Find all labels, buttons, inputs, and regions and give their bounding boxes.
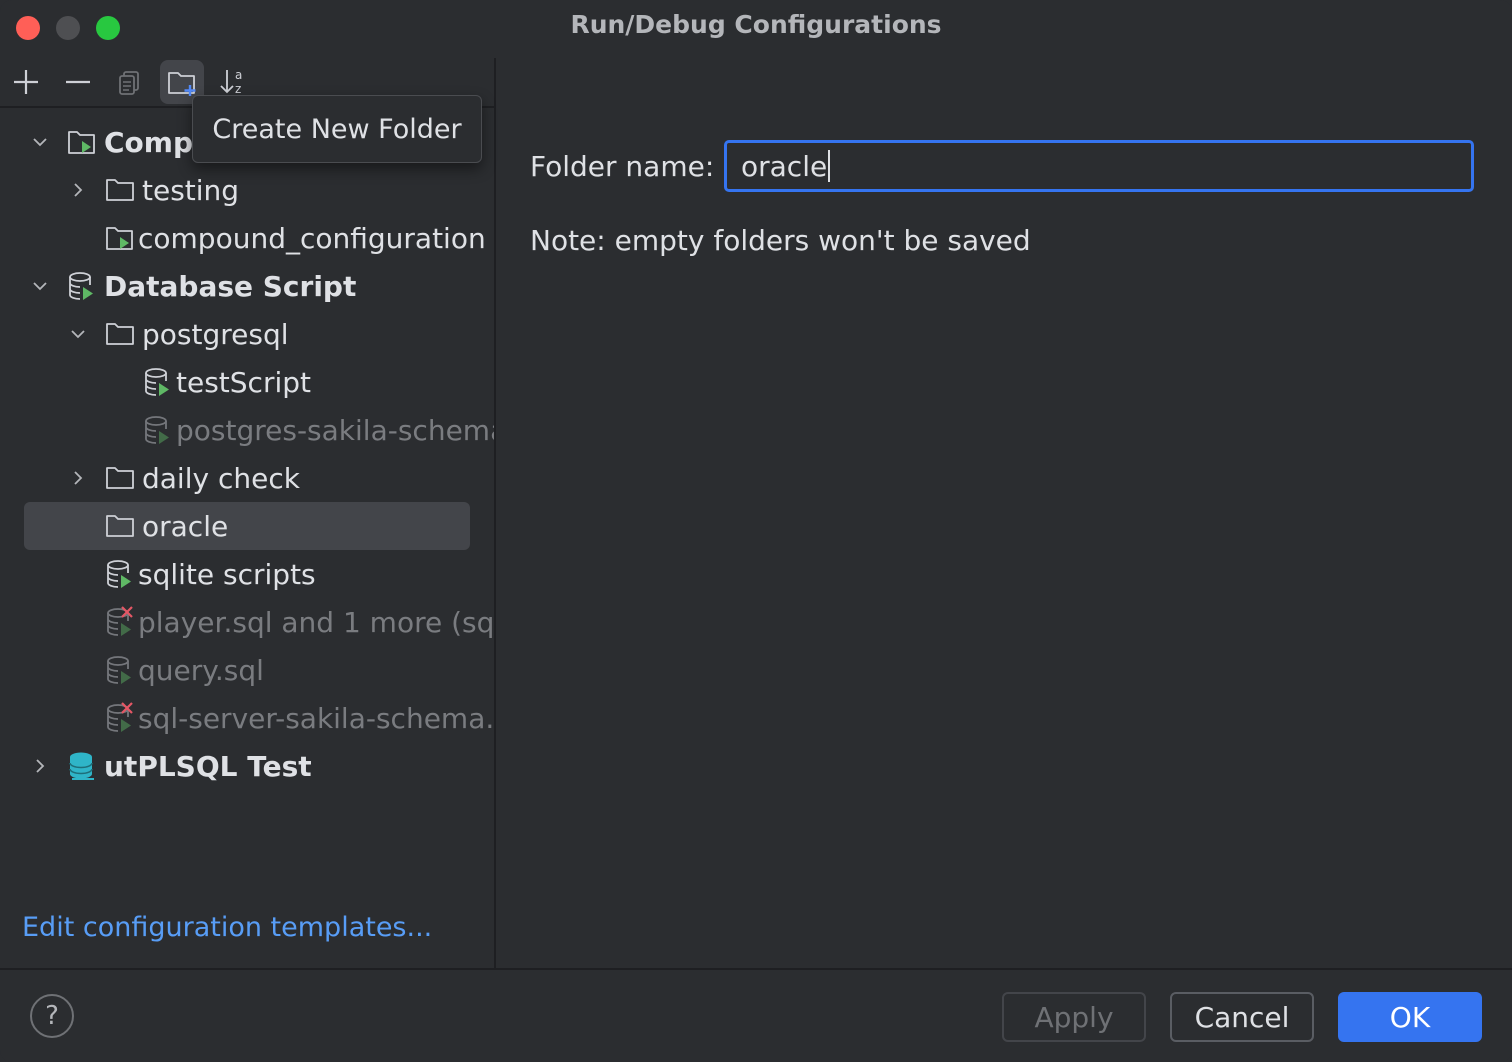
folder-icon — [104, 318, 136, 350]
configurations-panel: az Compo testing compound_configuration — [0, 56, 494, 968]
folder-settings-panel: Folder name: oracle Note: empty folders … — [496, 58, 1512, 968]
tree-node-label: player.sql and 1 more (sql.ru — [138, 606, 494, 639]
compound-config-icon — [66, 126, 98, 158]
folder-icon — [104, 510, 136, 542]
chevron-down-icon[interactable] — [69, 325, 87, 343]
database-script-temporary-icon — [104, 654, 136, 686]
empty-folder-note: Note: empty folders won't be saved — [530, 224, 1031, 257]
copy-configuration-button[interactable] — [108, 60, 152, 104]
apply-button[interactable]: Apply — [1002, 992, 1146, 1042]
run-debug-configurations-dialog: Run/Debug Configurations az — [0, 0, 1512, 1062]
edit-configuration-templates-link[interactable]: Edit configuration templates... — [22, 912, 432, 943]
sort-alpha-icon: az — [217, 65, 251, 99]
tree-node-testscript[interactable]: testScript — [0, 358, 494, 406]
database-script-temporary-icon — [142, 414, 174, 446]
database-script-icon — [142, 366, 174, 398]
tree-node-database-script[interactable]: Database Script — [0, 262, 494, 310]
tree-node-testing[interactable]: testing — [0, 166, 494, 214]
tree-node-label: query.sql — [138, 654, 264, 687]
chevron-right-icon[interactable] — [31, 757, 49, 775]
create-new-folder-tooltip: Create New Folder — [192, 95, 482, 163]
cancel-button[interactable]: Cancel — [1170, 992, 1314, 1042]
utplsql-icon — [66, 750, 98, 782]
tree-node-utplsql-test[interactable]: utPLSQL Test — [0, 742, 494, 790]
footer-divider — [0, 968, 1512, 970]
tree-node-postgresql[interactable]: postgresql — [0, 310, 494, 358]
selection-highlight — [24, 502, 470, 550]
minus-icon — [63, 67, 93, 97]
database-script-error-icon — [104, 702, 136, 734]
tree-node-label: compound_configuration — [138, 222, 486, 255]
database-script-icon — [104, 558, 136, 590]
tree-node-postgres-sakila-schema[interactable]: postgres-sakila-schema. — [0, 406, 494, 454]
folder-name-label: Folder name: — [530, 150, 714, 183]
title-bar: Run/Debug Configurations — [0, 0, 1512, 56]
chevron-right-icon[interactable] — [69, 469, 87, 487]
tree-node-compound-configuration[interactable]: compound_configuration — [0, 214, 494, 262]
tree-node-oracle[interactable]: oracle — [0, 502, 494, 550]
database-script-error-icon — [104, 606, 136, 638]
tree-node-label: testing — [142, 174, 239, 207]
tree-node-label: postgresql — [142, 318, 289, 351]
tree-node-label: oracle — [142, 510, 228, 543]
tree-node-daily-check[interactable]: daily check — [0, 454, 494, 502]
chevron-down-icon[interactable] — [31, 133, 49, 151]
compound-config-icon — [104, 222, 136, 254]
new-folder-icon — [165, 65, 199, 99]
text-caret — [828, 150, 830, 182]
plus-icon — [11, 67, 41, 97]
tree-node-label: testScript — [176, 366, 311, 399]
help-button[interactable]: ? — [30, 994, 74, 1038]
tree-node-sql-server-sakila-schema[interactable]: sql-server-sakila-schema.s — [0, 694, 494, 742]
chevron-right-icon[interactable] — [69, 181, 87, 199]
window-title: Run/Debug Configurations — [0, 10, 1512, 39]
folder-name-value: oracle — [741, 150, 827, 183]
configurations-tree: Compo testing compound_configuration Dat… — [0, 108, 494, 868]
svg-text:z: z — [235, 82, 241, 96]
folder-icon — [104, 462, 136, 494]
ok-button[interactable]: OK — [1338, 992, 1482, 1042]
tree-node-label: Database Script — [104, 270, 356, 303]
database-script-icon — [66, 270, 98, 302]
tree-node-label: sql-server-sakila-schema.s — [138, 702, 494, 735]
svg-text:a: a — [235, 68, 242, 82]
add-configuration-button[interactable] — [4, 60, 48, 104]
tree-node-label: postgres-sakila-schema. — [176, 414, 494, 447]
tree-node-label: sqlite scripts — [138, 558, 316, 591]
tree-node-label: daily check — [142, 462, 300, 495]
copy-icon — [115, 67, 145, 97]
remove-configuration-button[interactable] — [56, 60, 100, 104]
folder-name-input[interactable]: oracle — [724, 140, 1474, 192]
tree-node-sqlite-scripts[interactable]: sqlite scripts — [0, 550, 494, 598]
chevron-down-icon[interactable] — [31, 277, 49, 295]
tree-node-player-sql[interactable]: player.sql and 1 more (sql.ru — [0, 598, 494, 646]
folder-icon — [104, 174, 136, 206]
tree-node-query-sql[interactable]: query.sql — [0, 646, 494, 694]
tree-node-label: utPLSQL Test — [104, 750, 312, 783]
